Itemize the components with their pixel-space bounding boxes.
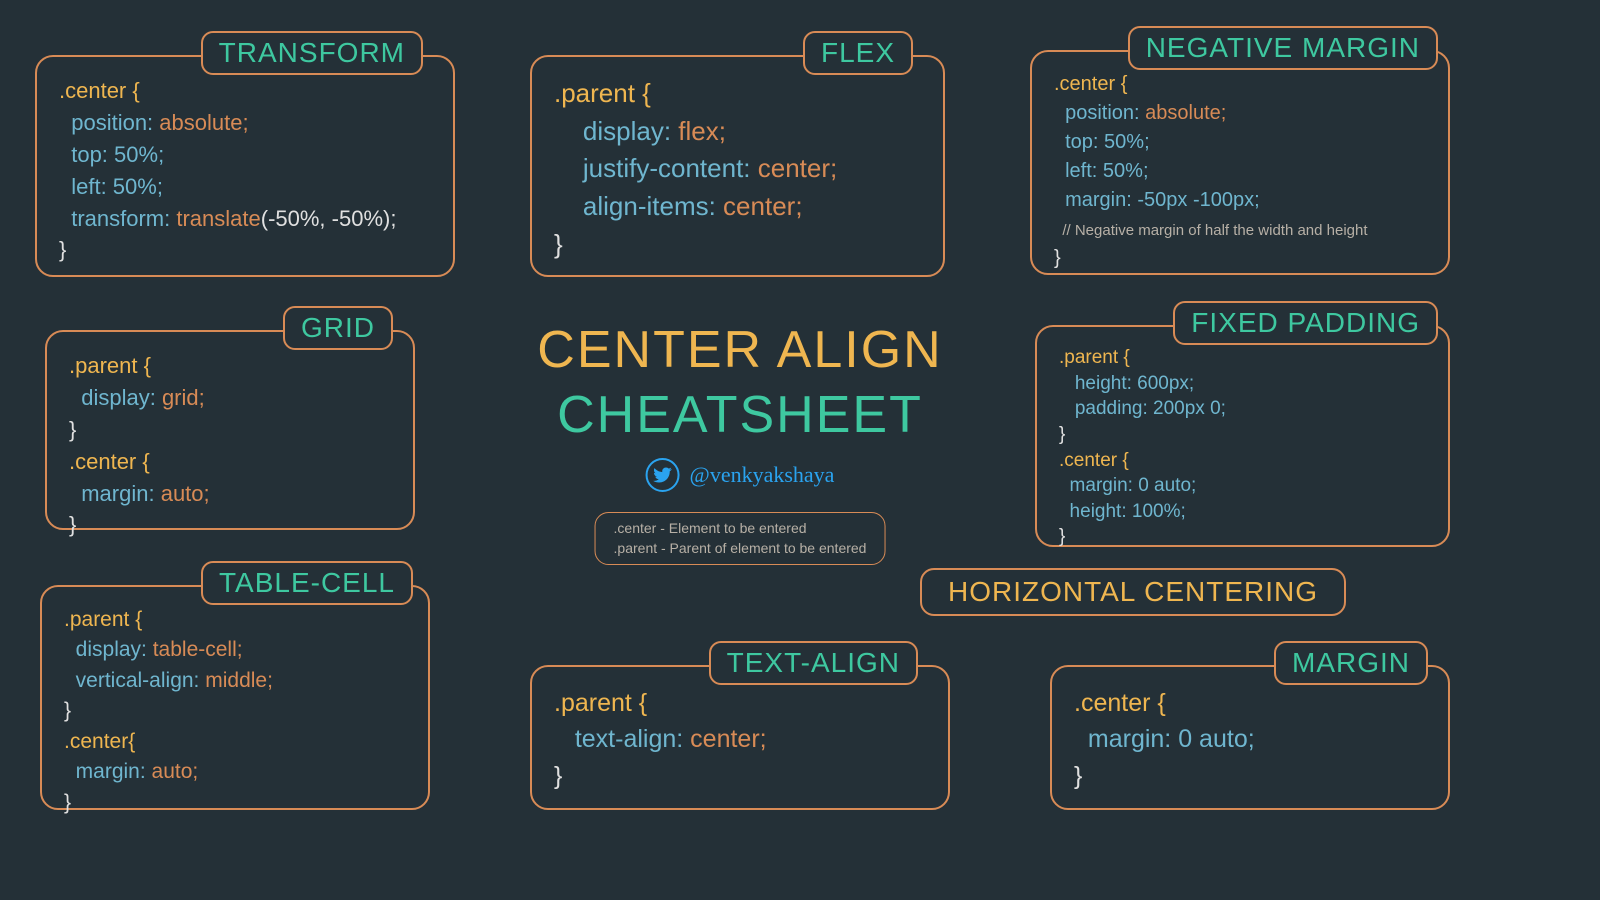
code-margin: .center { margin: 0 auto; } [1074,685,1426,794]
tab-flex: FLEX [803,31,913,75]
tab-margin: MARGIN [1274,641,1428,685]
tab-fixed-padding: FIXED PADDING [1173,301,1438,345]
author-handle-row: @venkyakshaya [646,458,835,492]
card-grid: GRID .parent { display: grid; } .center … [45,330,415,530]
code-table-cell: .parent { display: table-cell; vertical-… [64,605,406,818]
tab-text-align: TEXT-ALIGN [709,641,918,685]
section-horizontal-centering: HORIZONTAL CENTERING [920,568,1346,616]
tab-table-cell: TABLE-CELL [201,561,413,605]
tab-transform: TRANSFORM [201,31,423,75]
tab-grid: GRID [283,306,393,350]
card-negative-margin: NEGATIVE MARGIN .center { position: abso… [1030,50,1450,275]
code-negative-margin: .center { position: absolute; top: 50%; … [1054,70,1426,273]
tab-negative-margin: NEGATIVE MARGIN [1128,26,1438,70]
legend-line1: .center - Element to be entered [614,519,867,539]
legend-line2: .parent - Parent of element to be entere… [614,539,867,559]
twitter-icon [646,458,680,492]
card-table-cell: TABLE-CELL .parent { display: table-cell… [40,585,430,810]
code-fixed-padding: .parent { height: 600px; padding: 200px … [1059,345,1426,550]
card-margin: MARGIN .center { margin: 0 auto; } [1050,665,1450,810]
card-transform: TRANSFORM .center { position: absolute; … [35,55,455,277]
code-text-align: .parent { text-align: center; } [554,685,926,794]
author-handle: @venkyakshaya [690,462,835,488]
title-line2: CHEATSHEET [557,385,923,445]
code-flex: .parent { display: flex; justify-content… [554,75,921,263]
code-transform: .center { position: absolute; top: 50%; … [59,75,431,266]
title-line1: CENTER ALIGN [537,320,942,380]
card-text-align: TEXT-ALIGN .parent { text-align: center;… [530,665,950,810]
legend-box: .center - Element to be entered .parent … [595,512,886,565]
card-flex: FLEX .parent { display: flex; justify-co… [530,55,945,277]
code-grid: .parent { display: grid; } .center { mar… [69,350,391,541]
card-fixed-padding: FIXED PADDING .parent { height: 600px; p… [1035,325,1450,547]
